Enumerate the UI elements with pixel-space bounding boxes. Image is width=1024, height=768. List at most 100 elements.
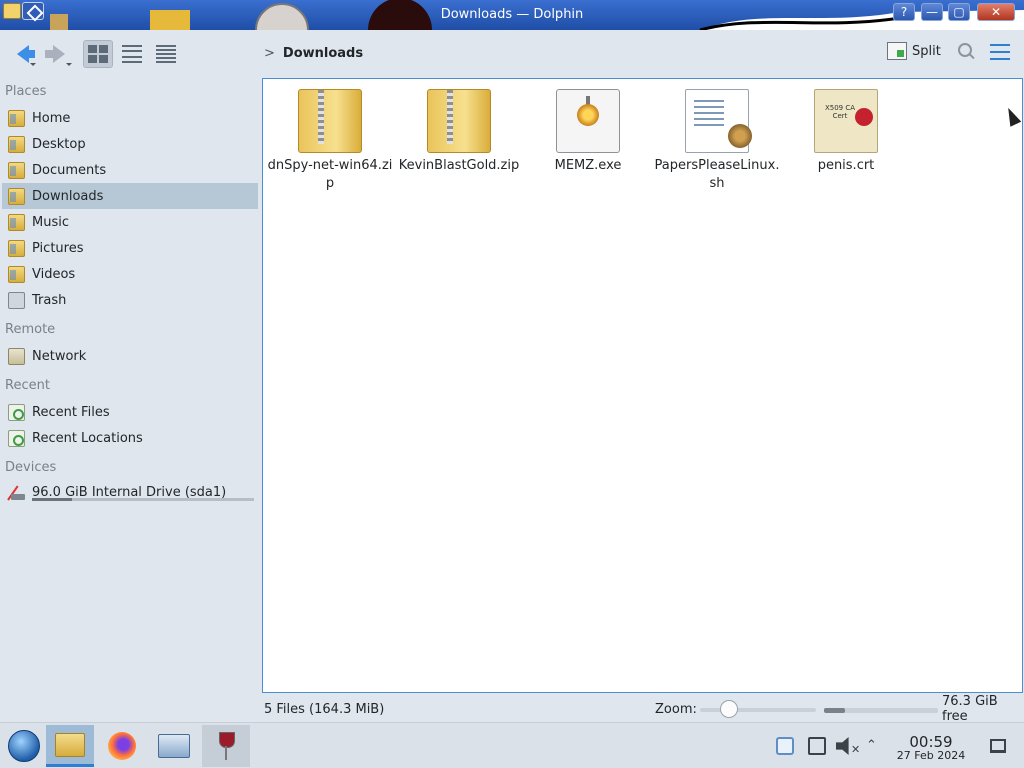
home-folder-icon [8,109,25,127]
sidebar-item-desktop[interactable]: Desktop [2,131,258,157]
sidebar-item-label: Pictures [32,240,84,256]
forward-button[interactable] [44,40,74,68]
compact-view-icon [122,45,142,63]
start-orb-icon [8,730,40,762]
sidebar-item-downloads[interactable]: Downloads [2,183,258,209]
split-view-icon [887,42,907,60]
devices-section-title: Devices [5,460,57,475]
arrow-left-icon [17,45,35,63]
view-details-button[interactable] [151,40,181,68]
clipboard-icon[interactable] [808,737,826,755]
file-name: MEMZ.exe [554,158,622,173]
file-name: PapersPleaseLinux.sh [654,158,780,191]
breadcrumb-chevron-icon[interactable]: > [264,46,275,61]
toolbar: > Downloads Split [0,30,1024,78]
zoom-slider-handle[interactable] [720,700,738,718]
sidebar-item-music[interactable]: Music [2,209,258,235]
sidebar-item-label: Network [32,348,87,364]
chevron-down-icon [30,63,36,66]
sidebar-item-label: Trash [32,292,67,308]
music-folder-icon [8,213,25,231]
taskbar-dolphin[interactable] [46,725,94,767]
updates-icon[interactable] [776,737,794,755]
network-folder-icon [8,347,25,365]
mute-x-icon: ✕ [851,743,861,756]
view-icons-button[interactable] [83,40,113,68]
show-desktop-icon[interactable] [990,739,1006,753]
status-bar: 5 Files (164.3 MiB) Zoom: 76.3 GiB free [262,694,1024,724]
sidebar-item-label: Documents [32,162,107,178]
view-compact-button[interactable] [117,40,147,68]
sidebar-item-pictures[interactable]: Pictures [2,235,258,261]
file-item[interactable]: penis.crt [781,89,911,175]
file-item[interactable]: dnSpy-net-win64.zip [265,89,395,193]
chevron-down-icon [66,63,72,66]
pictures-folder-icon [8,239,25,257]
zip-archive-icon [298,89,362,153]
file-name: KevinBlastGold.zip [398,158,520,173]
clock-date[interactable]: 27 Feb 2024 [890,749,972,762]
documents-folder-icon [8,161,25,179]
sidebar-item-label: Home [32,110,71,126]
title-bar[interactable]: Downloads — Dolphin ? — ▢ ✕ [0,0,1024,30]
sidebar-item-home[interactable]: Home [2,105,258,131]
system-settings-icon [158,734,190,758]
taskbar: ✕ ⌃ 00:59 27 Feb 2024 [0,722,1024,768]
remote-section-title: Remote [5,322,56,337]
zoom-label: Zoom: [655,701,697,717]
sidebar-item-label: Recent Files [32,404,110,420]
breadcrumb[interactable]: > Downloads [264,46,363,61]
sidebar-item-recent-files[interactable]: Recent Files [2,399,258,425]
recent-files-icon [8,403,25,421]
breadcrumb-current[interactable]: Downloads [283,46,363,61]
hard-drive-icon [8,484,25,501]
zoom-slider[interactable] [700,700,816,718]
icons-view-icon [88,45,108,63]
details-view-icon [156,45,176,63]
sidebar-item-documents[interactable]: Documents [2,157,258,183]
hamburger-menu-icon[interactable] [990,44,1010,60]
taskbar-system-settings[interactable] [150,725,198,767]
back-button[interactable] [8,40,38,68]
firefox-icon [108,732,136,760]
sidebar-item-network[interactable]: Network [2,343,258,369]
file-item[interactable]: MEMZ.exe [523,89,653,175]
places-section-title: Places [5,84,47,99]
recent-locations-icon [8,429,25,447]
file-name: dnSpy-net-win64.zip [267,158,393,191]
file-name: penis.crt [817,158,875,173]
search-icon[interactable] [956,42,976,62]
close-button[interactable]: ✕ [977,3,1015,21]
split-label: Split [912,43,941,59]
certificate-icon [814,89,878,153]
wine-glass-icon [219,732,235,760]
downloads-folder-icon [8,187,25,205]
taskbar-firefox[interactable] [98,725,146,767]
sidebar-item-internal-drive[interactable]: 96.0 GiB Internal Drive (sda1) [2,479,258,505]
window-title: Downloads — Dolphin [440,7,584,22]
file-view[interactable]: dnSpy-net-win64.zip KevinBlastGold.zip M… [262,78,1023,693]
split-button[interactable]: Split [887,42,941,60]
sidebar-item-recent-locations[interactable]: Recent Locations [2,425,258,451]
free-space-bar [824,708,938,713]
sidebar-item-label: Desktop [32,136,86,152]
taskbar-wine[interactable] [202,725,250,767]
sidebar-item-label: Videos [32,266,76,282]
free-space-fill [824,708,845,713]
chevron-up-icon[interactable]: ⌃ [866,738,877,753]
arrow-right-icon [45,45,65,63]
zip-archive-icon [427,89,491,153]
file-count-label: 5 Files (164.3 MiB) [264,701,385,717]
free-space-label: 76.3 GiB free [942,694,998,724]
sidebar-item-trash[interactable]: Trash [2,287,258,313]
maximize-button[interactable]: ▢ [948,3,970,21]
drive-usage-bar [32,498,254,501]
exe-gear-icon [556,89,620,153]
minimize-button[interactable]: — [921,3,943,21]
file-item[interactable]: PapersPleaseLinux.sh [652,89,782,193]
file-item[interactable]: KevinBlastGold.zip [394,89,524,175]
start-menu-button[interactable] [0,725,48,767]
shell-script-icon [685,89,752,153]
help-button[interactable]: ? [893,3,915,21]
sidebar-item-videos[interactable]: Videos [2,261,258,287]
